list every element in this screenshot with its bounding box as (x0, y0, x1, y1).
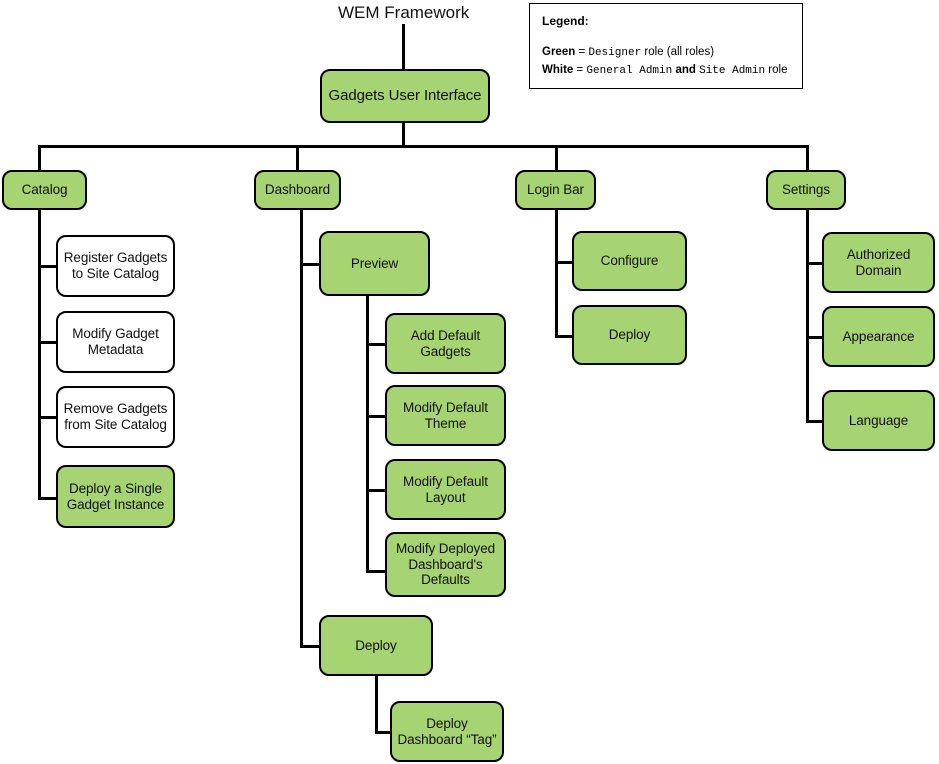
node-label: Preview (350, 255, 399, 271)
node-login-bar-deploy[interactable]: Deploy (572, 305, 687, 365)
node-label: Configure (600, 253, 659, 269)
connector-catalog-child-2 (38, 341, 57, 344)
connector-loginbar-trunk (555, 210, 558, 336)
legend-box: Legend: Green = Designer role (all roles… (529, 3, 803, 89)
legend-row-green: Green = Designer role (all roles) (542, 44, 790, 62)
connector-dashboard-trunk (300, 210, 303, 647)
connector-settings-trunk (806, 210, 809, 422)
node-label: Deploy a Single Gadget Instance (66, 480, 165, 512)
legend-white-key: White (542, 63, 574, 76)
connector-dashboard-child-deploy (300, 645, 320, 648)
connector-catalog-child-1 (38, 265, 57, 268)
legend-green-key: Green (542, 46, 576, 58)
connector-bus-to-catalog (38, 145, 41, 171)
node-modify-default-layout[interactable]: Modify Default Layout (385, 459, 506, 520)
wem-framework-hierarchy-diagram: WEM Framework Legend: Green = Designer r… (0, 0, 939, 764)
connector-bus-to-dashboard (296, 145, 299, 171)
connector-catalog-child-4 (38, 497, 57, 500)
legend-white-role-a: General Admin (586, 64, 673, 77)
connector-catalog-trunk (38, 210, 41, 500)
legend-green-role: Designer (588, 47, 642, 59)
connector-root-to-bus (402, 123, 405, 145)
node-dashboard-deploy[interactable]: Deploy (319, 615, 433, 676)
node-preview[interactable]: Preview (319, 231, 430, 296)
diagram-title: WEM Framework (338, 3, 470, 22)
node-label: Add Default Gadgets (410, 327, 481, 359)
node-label: Gadgets User Interface (328, 87, 482, 105)
connector-dashboard-child-preview (300, 263, 320, 266)
legend-green-mid: role (all roles) (641, 46, 715, 58)
node-label: Deploy (355, 637, 397, 653)
node-label: Modify Default Theme (403, 399, 488, 431)
legend-white-eq: = (573, 63, 587, 76)
node-appearance[interactable]: Appearance (822, 306, 935, 367)
node-label: Appearance (842, 328, 915, 344)
connector-level1-bus (38, 145, 808, 148)
node-label: Modify Gadget Metadata (72, 326, 159, 357)
node-remove-gadgets-from-site-catalog[interactable]: Remove Gadgets from Site Catalog (56, 386, 175, 448)
legend-white-mid: and (672, 63, 700, 76)
connector-deploy-trunk (375, 676, 378, 732)
node-label: Language (848, 412, 909, 428)
node-label: Modify Default Layout (403, 473, 488, 505)
connector-preview-child-4 (366, 570, 386, 573)
node-deploy-a-single-gadget-instance[interactable]: Deploy a Single Gadget Instance (56, 465, 175, 528)
node-label: Dashboard (264, 182, 331, 198)
node-dashboard[interactable]: Dashboard (254, 170, 341, 210)
legend-green-eq: = (575, 46, 589, 58)
connector-title-to-root (402, 24, 405, 69)
node-catalog[interactable]: Catalog (2, 170, 87, 210)
connector-preview-child-3 (366, 489, 386, 492)
node-login-bar-configure[interactable]: Configure (572, 231, 687, 291)
legend-white-role-b: Site Admin (699, 64, 766, 77)
connector-bus-to-loginbar (555, 145, 558, 171)
node-settings[interactable]: Settings (766, 170, 846, 210)
node-label: Deploy (608, 327, 651, 343)
node-label: Remove Gadgets from Site Catalog (63, 401, 168, 432)
connector-preview-child-1 (366, 343, 386, 346)
node-gadgets-user-interface[interactable]: Gadgets User Interface (320, 69, 490, 123)
node-label: Settings (782, 182, 830, 198)
node-language[interactable]: Language (822, 390, 935, 451)
node-label: Login Bar (527, 182, 584, 198)
node-modify-default-theme[interactable]: Modify Default Theme (385, 385, 506, 446)
node-label: Deploy Dashboard “Tag” (397, 715, 497, 747)
connector-preview-trunk (366, 296, 369, 572)
node-label: Register Gadgets to Site Catalog (63, 250, 168, 281)
connector-catalog-child-3 (38, 416, 57, 419)
node-label: Authorized Domain (846, 246, 911, 278)
node-authorized-domain[interactable]: Authorized Domain (822, 232, 935, 293)
node-deploy-dashboard-tag[interactable]: Deploy Dashboard “Tag” (390, 701, 504, 762)
node-register-gadgets-to-site-catalog[interactable]: Register Gadgets to Site Catalog (56, 235, 175, 297)
legend-title: Legend: (542, 14, 589, 28)
legend-white-tail: role (765, 63, 788, 76)
node-login-bar[interactable]: Login Bar (515, 170, 596, 210)
node-modify-gadget-metadata[interactable]: Modify Gadget Metadata (56, 311, 175, 373)
node-label: Modify Deployed Dashboard's Defaults (395, 540, 496, 588)
node-add-default-gadgets[interactable]: Add Default Gadgets (385, 313, 506, 374)
connector-bus-to-settings (806, 145, 809, 171)
node-label: Catalog (21, 182, 68, 198)
legend-row-white: White = General Admin and Site Admin rol… (542, 62, 790, 80)
connector-preview-child-2 (366, 415, 386, 418)
node-modify-deployed-dashboards-defaults[interactable]: Modify Deployed Dashboard's Defaults (385, 532, 506, 597)
